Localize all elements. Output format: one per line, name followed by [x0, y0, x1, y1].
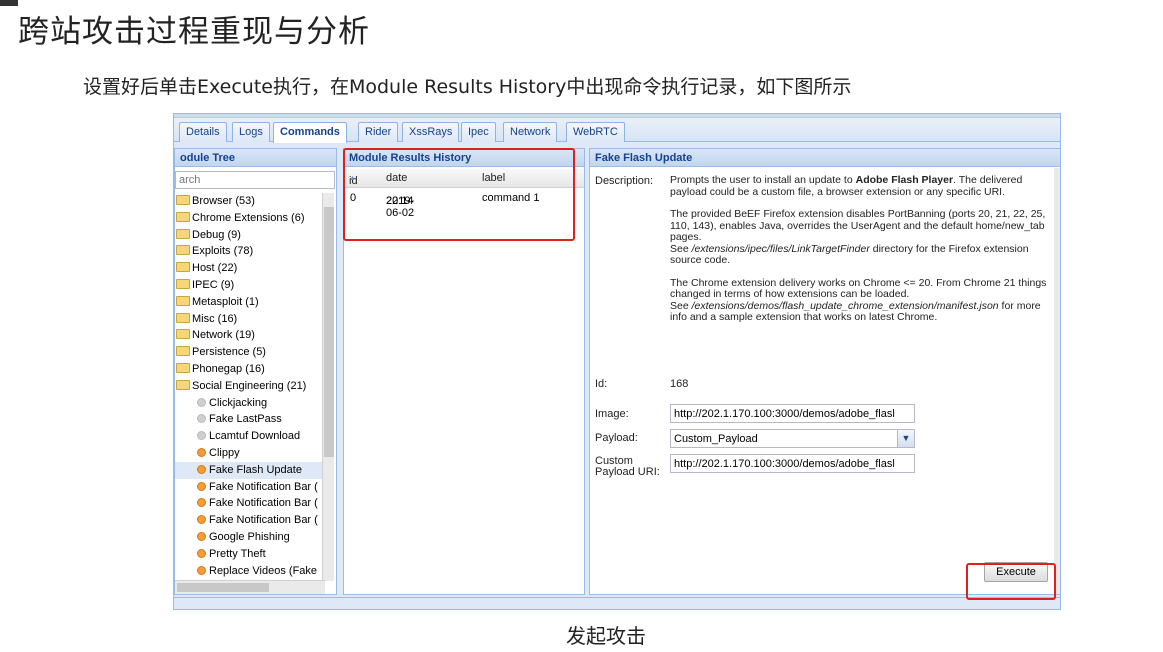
module-replace-videos[interactable]: Replace Videos (Fake [175, 563, 322, 580]
folder-icon [176, 211, 190, 222]
status-orange-icon [197, 548, 206, 558]
folder-icon [176, 262, 190, 273]
module-fake-flash-update[interactable]: Fake Flash Update [175, 461, 322, 479]
highlight-execute-button [966, 563, 1056, 600]
tree-folder-browser[interactable]: Browser (53) [175, 193, 322, 210]
tree-folder-persistence[interactable]: Persistence (5) [175, 344, 322, 361]
folder-icon [176, 228, 190, 239]
module-search-input[interactable] [175, 171, 335, 189]
payload-label: Payload: [595, 432, 638, 444]
slide-title: 跨站攻击过程重现与分析 [18, 14, 370, 50]
folder-icon [176, 346, 190, 357]
payload-select[interactable]: Custom_Payload ▼ [670, 429, 915, 448]
image-label: Image: [595, 408, 629, 420]
tab-ipec[interactable]: Ipec [461, 122, 496, 142]
tab-rider[interactable]: Rider [358, 122, 399, 142]
tree-folder-metasploit[interactable]: Metasploit (1) [175, 294, 322, 311]
status-orange-icon [197, 447, 206, 457]
figure-caption: 发起攻击 [566, 624, 646, 648]
tree-folder-network[interactable]: Network (19) [175, 327, 322, 344]
status-orange-icon [197, 464, 206, 474]
image-field[interactable]: http://202.1.170.100:3000/demos/adobe_fl… [670, 404, 915, 423]
status-orange-icon [197, 565, 206, 575]
status-orange-icon [197, 481, 206, 491]
folder-open-icon [176, 379, 190, 390]
tree-folder-debug[interactable]: Debug (9) [175, 227, 322, 244]
status-orange-icon [197, 498, 206, 508]
tab-commands[interactable]: Commands [273, 122, 347, 143]
detail-scrollbar[interactable] [1054, 168, 1060, 594]
module-detail-panel: Fake Flash Update Description: Prompts t… [589, 148, 1060, 595]
chevron-down-icon[interactable]: ▼ [897, 430, 914, 447]
tree-folder-host[interactable]: Host (22) [175, 260, 322, 277]
folder-icon [176, 329, 190, 340]
module-tree-header: odule Tree [175, 149, 336, 167]
tree-folder-social-engineering[interactable]: Social Engineering (21) [175, 378, 322, 395]
module-fake-lastpass[interactable]: Fake LastPass [175, 411, 322, 428]
tree-folder-exploits[interactable]: Exploits (78) [175, 243, 322, 260]
status-grey-icon [197, 397, 206, 407]
custom-payload-uri-field[interactable]: http://202.1.170.100:3000/demos/adobe_fl… [670, 454, 915, 473]
status-orange-icon [197, 515, 206, 525]
module-clickjacking[interactable]: Clickjacking [175, 395, 322, 412]
tree-vertical-scrollbar[interactable] [322, 193, 334, 581]
folder-icon [176, 362, 190, 373]
module-detail-header: Fake Flash Update [590, 149, 1060, 167]
id-label: Id: [595, 378, 608, 390]
highlight-results-history [343, 148, 575, 241]
module-tree-list: Browser (53) Chrome Extensions (6) Debug… [175, 193, 322, 579]
tab-webrtc[interactable]: WebRTC [566, 122, 625, 142]
bottom-strip [174, 597, 1060, 609]
tab-logs[interactable]: Logs [232, 122, 270, 142]
module-tree-panel: odule Tree Browser (53) Chrome Extension… [174, 148, 337, 595]
folder-icon [176, 312, 190, 323]
tab-network[interactable]: Network [503, 122, 558, 142]
tab-details[interactable]: Details [179, 122, 227, 142]
tree-folder-ipec[interactable]: IPEC (9) [175, 277, 322, 294]
module-fake-notification-bar-3[interactable]: Fake Notification Bar ( [175, 512, 322, 529]
custom-payload-label: Custom Payload URI: [595, 455, 660, 478]
module-pretty-theft[interactable]: Pretty Theft [175, 546, 322, 563]
module-fake-notification-bar-1[interactable]: Fake Notification Bar ( [175, 479, 322, 496]
tree-folder-chrome-extensions[interactable]: Chrome Extensions (6) [175, 210, 322, 227]
tab-bar: Details Logs Commands Rider XssRays Ipec… [174, 114, 1060, 143]
slide-corner-mark [0, 0, 18, 6]
module-lcamtuf-download[interactable]: Lcamtuf Download [175, 428, 322, 445]
folder-icon [176, 295, 190, 306]
status-grey-icon [197, 414, 206, 424]
folder-icon [176, 278, 190, 289]
tree-folder-phonegap[interactable]: Phonegap (16) [175, 361, 322, 378]
id-value: 168 [670, 378, 689, 390]
folder-icon [176, 195, 190, 205]
description-text: Prompts the user to install an update to… [670, 174, 1047, 323]
module-google-phishing[interactable]: Google Phishing [175, 529, 322, 546]
tree-folder-misc[interactable]: Misc (16) [175, 311, 322, 328]
tree-horizontal-scrollbar[interactable] [175, 580, 325, 594]
beef-screenshot: Details Logs Commands Rider XssRays Ipec… [173, 113, 1061, 610]
status-orange-icon [197, 531, 206, 541]
module-clippy[interactable]: Clippy [175, 445, 322, 462]
status-grey-icon [197, 431, 206, 441]
module-fake-notification-bar-2[interactable]: Fake Notification Bar ( [175, 495, 322, 512]
slide-caption: 设置好后单击Execute执行，在Module Results History中… [83, 76, 852, 98]
folder-icon [176, 245, 190, 256]
description-label: Description: [595, 175, 654, 187]
tab-xssrays[interactable]: XssRays [402, 122, 460, 142]
